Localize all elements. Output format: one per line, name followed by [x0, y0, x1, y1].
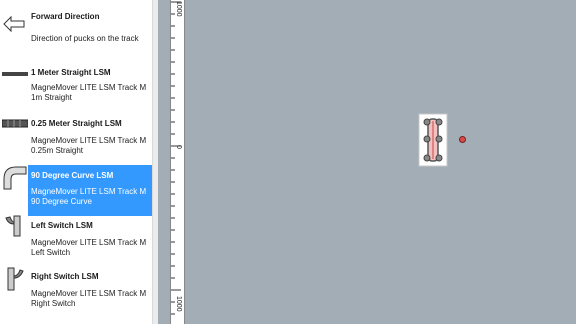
palette-item-forward-direction[interactable]: Forward Direction Direction of pucks on … — [0, 12, 152, 63]
ruler-label: 1000 — [175, 296, 182, 312]
palette-item-0.25m-straight[interactable]: 0.25 Meter Straight LSM MagneMover LITE … — [0, 119, 152, 170]
track-segment[interactable] — [418, 113, 448, 167]
palette-item-title: Forward Direction — [31, 12, 100, 21]
palette-item-desc: MagneMover LITE LSM Track M 0.25m Straig… — [31, 136, 147, 155]
track-canvas[interactable] — [186, 0, 576, 324]
right-switch-icon — [7, 267, 24, 291]
straight-track-icon — [2, 72, 28, 76]
palette-item-desc: MagneMover LITE LSM Track M Right Switch — [31, 289, 147, 308]
palette-item-title: 1 Meter Straight LSM — [31, 68, 111, 77]
left-switch-icon — [5, 215, 21, 237]
palette-item-desc: Direction of pucks on the track — [31, 34, 139, 43]
palette-item-1m-straight[interactable]: 1 Meter Straight LSM MagneMover LITE LSM… — [0, 68, 152, 119]
palette-item-title: 0.25 Meter Straight LSM — [31, 119, 122, 128]
palette-item-right-switch[interactable]: Right Switch LSM MagneMover LITE LSM Tra… — [0, 267, 152, 323]
short-track-icon — [2, 119, 28, 128]
puck-marker[interactable] — [459, 136, 466, 143]
palette-item-desc: MagneMover LITE LSM Track M 90 Degree Cu… — [31, 187, 147, 206]
splitter[interactable] — [158, 0, 170, 324]
palette-item-desc: MagneMover LITE LSM Track M 1m Straight — [31, 83, 147, 102]
arrow-left-icon — [3, 15, 25, 33]
palette-item-title: Left Switch LSM — [31, 221, 93, 230]
ruler-label: 0 — [175, 145, 182, 149]
ruler-label: 1000 — [175, 1, 182, 17]
palette-item-desc: MagneMover LITE LSM Track M Left Switch — [31, 238, 147, 257]
ruler-ticks — [171, 1, 181, 315]
palette-item-title: Right Switch LSM — [31, 272, 99, 281]
component-palette: Forward Direction Direction of pucks on … — [0, 0, 158, 324]
palette-item-title: 90 Degree Curve LSM — [31, 171, 114, 180]
palette-item-left-switch[interactable]: Left Switch LSM MagneMover LITE LSM Trac… — [0, 215, 152, 272]
curve-track-icon — [3, 166, 27, 190]
palette-item-90-degree-curve[interactable]: 90 Degree Curve LSM MagneMover LITE LSM … — [28, 165, 152, 216]
vertical-ruler: 1000 0 1000 — [170, 0, 185, 324]
